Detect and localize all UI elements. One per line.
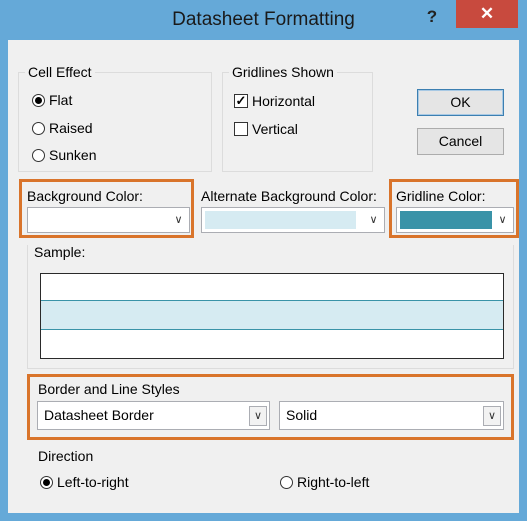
gridlines-shown-legend: Gridlines Shown — [232, 64, 334, 80]
radio-left-to-right-label: Left-to-right — [57, 474, 129, 490]
sample-row — [41, 330, 503, 358]
checkbox-horizontal-box[interactable]: ✓ — [234, 94, 248, 108]
radio-left-to-right[interactable]: Left-to-right — [40, 474, 129, 490]
help-icon[interactable]: ? — [414, 4, 450, 32]
radio-raised-label: Raised — [49, 120, 93, 136]
close-button[interactable]: ✕ — [456, 0, 518, 28]
checkbox-horizontal-label: Horizontal — [252, 93, 316, 109]
radio-right-to-left-label: Right-to-left — [297, 474, 370, 490]
checkbox-vertical-box[interactable] — [234, 122, 248, 136]
highlight-gridline-color — [389, 179, 519, 238]
sample-label: Sample: — [32, 244, 88, 260]
radio-raised[interactable]: Raised — [32, 120, 93, 136]
dialog-body: Cell Effect Flat Raised Sunken Gridlines… — [8, 40, 519, 513]
sample-row-alternate — [41, 301, 503, 330]
chevron-down-icon[interactable]: ∨ — [365, 211, 382, 230]
gridlines-shown-group: Gridlines Shown — [222, 64, 373, 172]
radio-right-to-left[interactable]: Right-to-left — [280, 474, 369, 490]
close-icon: ✕ — [479, 4, 495, 23]
radio-right-to-left-indicator[interactable] — [280, 475, 293, 489]
highlight-border-line-styles — [27, 374, 514, 440]
alternate-background-color-label: Alternate Background Color: — [201, 188, 377, 204]
radio-flat-label: Flat — [49, 92, 73, 108]
cancel-button[interactable]: Cancel — [417, 128, 504, 155]
radio-left-to-right-indicator[interactable] — [40, 475, 53, 489]
dialog-window: Datasheet Formatting ? ✕ Cell Effect Fla… — [0, 0, 527, 521]
title-bar: Datasheet Formatting ? ✕ — [0, 0, 527, 40]
direction-legend: Direction — [38, 448, 94, 464]
alternate-background-color-swatch — [205, 211, 356, 229]
ok-button[interactable]: OK — [417, 89, 504, 116]
checkbox-vertical[interactable]: Vertical — [234, 121, 298, 137]
highlight-background-color — [19, 179, 194, 238]
radio-sunken-indicator[interactable] — [32, 148, 45, 162]
radio-sunken[interactable]: Sunken — [32, 147, 96, 163]
checkbox-horizontal[interactable]: ✓ Horizontal — [234, 93, 315, 109]
alternate-background-color-dropdown[interactable]: ∨ — [201, 207, 385, 233]
radio-flat-indicator[interactable] — [32, 93, 45, 107]
checkbox-vertical-label: Vertical — [252, 121, 298, 137]
cell-effect-legend: Cell Effect — [28, 64, 92, 80]
sample-row — [41, 274, 503, 301]
radio-raised-indicator[interactable] — [32, 121, 45, 135]
radio-sunken-label: Sunken — [49, 147, 97, 163]
radio-flat[interactable]: Flat — [32, 92, 72, 108]
sample-preview — [40, 273, 504, 359]
